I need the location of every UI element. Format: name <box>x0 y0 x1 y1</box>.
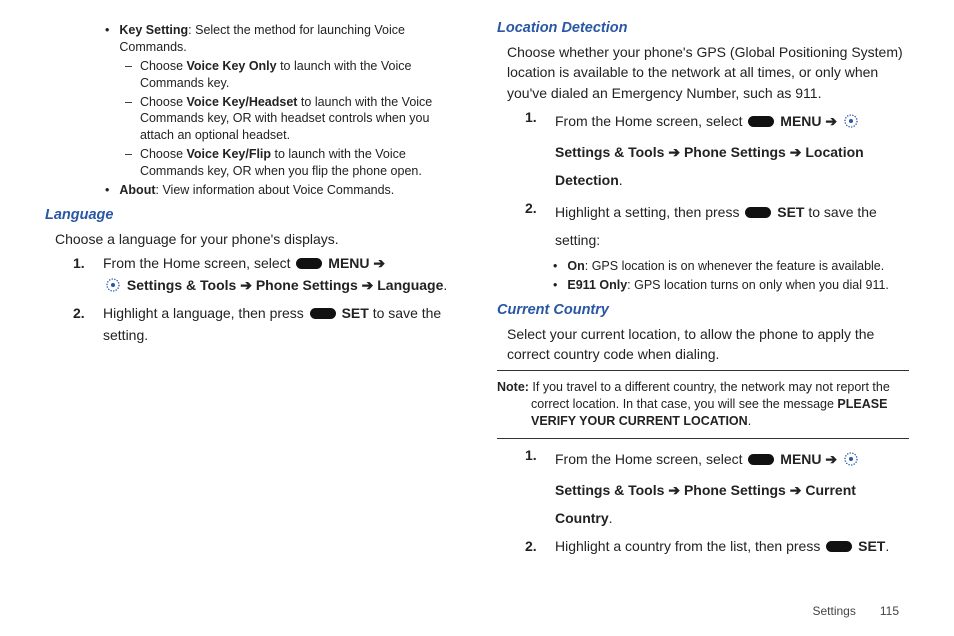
soft-key-icon <box>745 207 771 218</box>
heading-language: Language <box>45 207 457 223</box>
country-note: Note: If you travel to a different count… <box>497 379 909 430</box>
soft-key-icon <box>826 541 852 552</box>
heading-country: Current Country <box>497 302 909 318</box>
country-step-1: 1. From the Home screen, select MENU ➔ S… <box>525 445 909 532</box>
dash-voice-key-headset: – Choose Voice Key/Headset to launch wit… <box>125 94 457 145</box>
rule <box>497 370 909 371</box>
option-on: • On: GPS location is on whenever the fe… <box>553 258 909 275</box>
gear-icon <box>843 448 859 476</box>
bullet-key-setting: • Key Setting: Select the method for lau… <box>105 22 457 56</box>
option-e911: • E911 Only: GPS location turns on only … <box>553 277 909 294</box>
language-step-2: 2. Highlight a language, then press SET … <box>73 303 457 346</box>
soft-key-icon <box>748 116 774 127</box>
page-footer: Settings 115 <box>813 604 900 618</box>
language-intro: Choose a language for your phone's displ… <box>55 229 457 249</box>
dash-voice-key-flip: – Choose Voice Key/Flip to launch with t… <box>125 146 457 180</box>
location-step-1: 1. From the Home screen, select MENU ➔ S… <box>525 107 909 194</box>
location-intro: Choose whether your phone's GPS (Global … <box>507 42 909 103</box>
footer-page: 115 <box>880 604 899 618</box>
gear-icon <box>843 110 859 138</box>
soft-key-icon <box>296 258 322 269</box>
country-intro: Select your current location, to allow t… <box>507 324 909 365</box>
bullet-bold: Key Setting <box>119 23 188 37</box>
dash-voice-key-only: – Choose Voice Key Only to launch with t… <box>125 58 457 92</box>
footer-section: Settings <box>813 604 856 618</box>
soft-key-icon <box>310 308 336 319</box>
language-step-1: 1. From the Home screen, select MENU ➔ S… <box>73 253 457 299</box>
rule <box>497 438 909 439</box>
gear-icon <box>105 277 121 300</box>
soft-key-icon <box>748 454 774 465</box>
location-step-2: 2. Highlight a setting, then press SET t… <box>525 198 909 254</box>
heading-location: Location Detection <box>497 20 909 36</box>
bullet-about: • About: View information about Voice Co… <box>105 182 457 199</box>
country-step-2: 2. Highlight a country from the list, th… <box>525 536 909 558</box>
